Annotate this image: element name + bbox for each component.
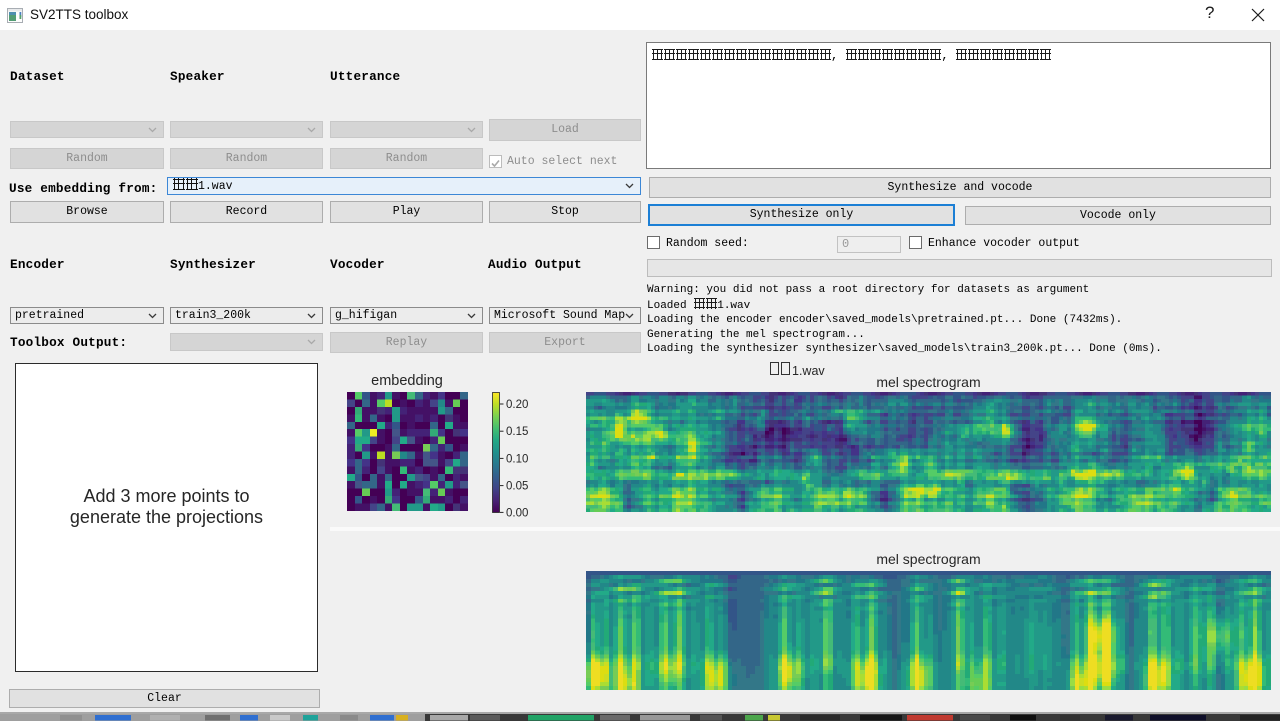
svg-text:0.10: 0.10 [506, 453, 528, 465]
svg-text:0.00: 0.00 [506, 507, 528, 518]
svg-text:0.15: 0.15 [506, 426, 528, 438]
svg-text:0.20: 0.20 [506, 399, 528, 411]
svg-text:0.05: 0.05 [506, 481, 528, 493]
